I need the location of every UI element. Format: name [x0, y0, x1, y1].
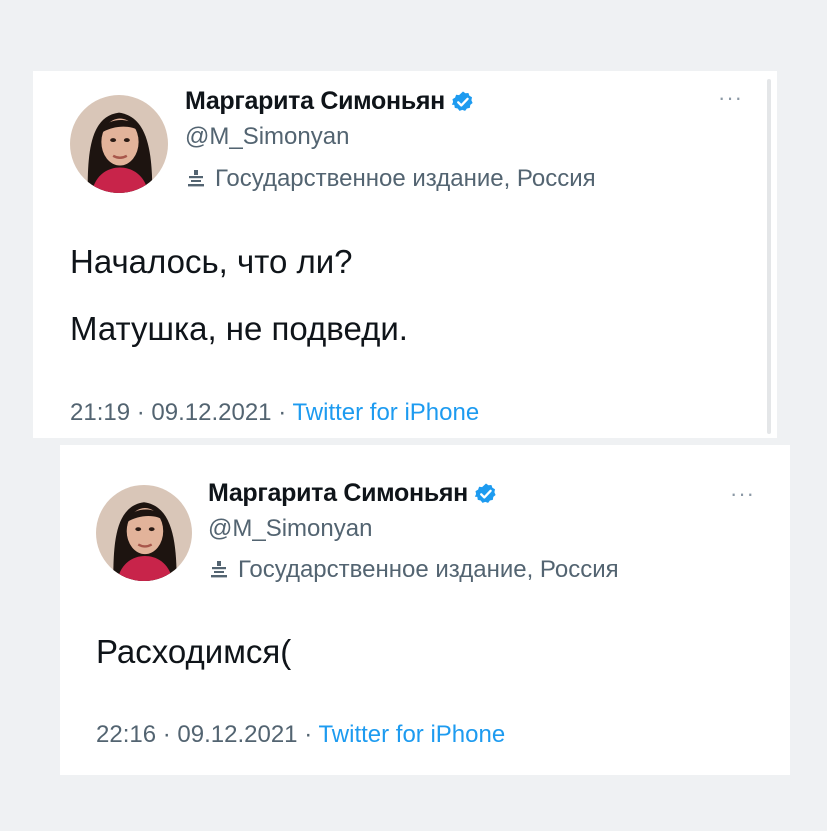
tweet-date[interactable]: 09.12.2021 [151, 399, 271, 426]
author-name-row: Маргарита Симоньян [208, 479, 498, 508]
more-options-icon[interactable]: ··· [730, 481, 755, 507]
avatar[interactable] [96, 485, 192, 581]
state-media-podium-icon [211, 561, 227, 578]
tweet-text-line: Началось, что ли? [70, 243, 353, 280]
author-name[interactable]: Маргарита Симоньян [208, 479, 468, 508]
state-media-label[interactable]: Государственное издание, Россия [208, 556, 619, 584]
state-media-podium-icon [188, 170, 204, 187]
state-media-label-text: Государственное издание, Россия [215, 165, 596, 192]
state-media-label[interactable]: Государственное издание, Россия [185, 165, 596, 193]
meta-separator: · [304, 721, 313, 748]
tweet-meta: 22:16 · 09.12.2021 · Twitter for iPhone [96, 721, 505, 749]
scrollbar[interactable] [767, 79, 771, 434]
tweet-time[interactable]: 21:19 [70, 399, 130, 426]
author-handle[interactable]: @M_Simonyan [185, 123, 349, 151]
more-options-icon[interactable]: ··· [718, 85, 743, 111]
avatar[interactable] [70, 95, 168, 193]
meta-separator: · [278, 399, 287, 426]
tweet-time[interactable]: 22:16 [96, 721, 156, 748]
state-media-label-text: Государственное издание, Россия [238, 556, 619, 583]
tweet-text-line: Матушка, не подведи. [70, 310, 408, 347]
tweet-meta: 21:19 · 09.12.2021 · Twitter for iPhone [70, 399, 479, 427]
tweet-date[interactable]: 09.12.2021 [177, 721, 297, 748]
author-handle[interactable]: @M_Simonyan [208, 515, 372, 543]
author-name-row: Маргарита Симоньян [185, 87, 475, 116]
tweet-source-link[interactable]: Twitter for iPhone [318, 721, 505, 748]
verified-badge-icon [474, 483, 496, 503]
meta-separator: · [162, 721, 171, 748]
tweet-text-line: Расходимся( [96, 633, 292, 670]
tweet-card-2[interactable]: Маргарита Симоньян @M_Simonyan Государст… [60, 445, 790, 775]
verified-badge-icon [451, 91, 473, 111]
tweet-card-1[interactable]: Маргарита Симоньян @M_Simonyan Государст… [33, 71, 777, 438]
author-name[interactable]: Маргарита Симоньян [185, 87, 445, 116]
tweet-source-link[interactable]: Twitter for iPhone [292, 399, 479, 426]
meta-separator: · [136, 399, 145, 426]
